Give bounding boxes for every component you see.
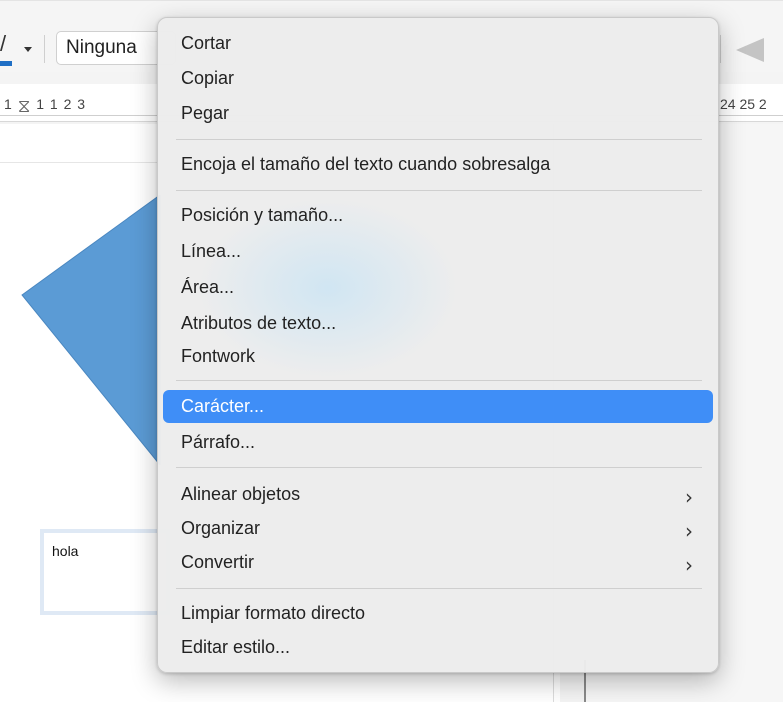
menu-item-label: Posición y tamaño... (181, 205, 344, 225)
text-box-content: hola (52, 543, 79, 559)
menu-item-paragraph[interactable]: Párrafo... (163, 426, 713, 459)
menu-item-label: Párrafo... (181, 432, 256, 452)
menu-separator (176, 588, 702, 589)
font-color-indicator (0, 61, 12, 66)
context-menu: Cortar Copiar Pegar Encoja el tamaño del… (157, 17, 719, 673)
line-arrow-button[interactable] (732, 35, 768, 65)
menu-item-align-objects[interactable]: Alinear objetos › (163, 478, 713, 511)
menu-item-label: Cortar (181, 33, 232, 53)
screen: / Ninguna 1 ⧖ 1 1 2 3 24 25 2 hola Corta… (0, 0, 783, 702)
menu-item-label: Pegar (181, 103, 230, 123)
menu-item-label: Alinear objetos (181, 484, 301, 504)
menu-item-label: Editar estilo... (181, 637, 291, 657)
menu-item-label: Convertir (181, 552, 255, 572)
toolbar-divider (44, 35, 45, 63)
menu-item-fontwork[interactable]: Fontwork (163, 340, 713, 373)
menu-item-label: Encoja el tamaño del texto cuando sobres… (181, 154, 551, 174)
font-color-button[interactable]: / (0, 33, 14, 67)
menu-item-label: Atributos de texto... (181, 313, 337, 333)
menu-item-line[interactable]: Línea... (163, 235, 713, 268)
menu-item-text-attributes[interactable]: Atributos de texto... (163, 307, 713, 340)
ruler-tick: 3 (77, 96, 87, 112)
text-box[interactable]: hola (40, 529, 170, 615)
ruler-right-ticks: 24 25 2 (720, 96, 767, 112)
toolbar-divider (720, 35, 721, 63)
menu-item-convert[interactable]: Convertir › (163, 546, 713, 579)
menu-item-label: Línea... (181, 241, 242, 261)
menu-item-position-size[interactable]: Posición y tamaño... (163, 199, 713, 232)
chevron-right-icon: › (685, 485, 693, 509)
menu-item-edit-style[interactable]: Editar estilo... (163, 631, 713, 664)
menu-item-shrink-text[interactable]: Encoja el tamaño del texto cuando sobres… (163, 148, 713, 181)
menu-item-label: Copiar (181, 68, 235, 88)
font-color-icon: / (0, 31, 7, 56)
chevron-down-icon[interactable] (24, 47, 32, 52)
ruler-tick: 1 (36, 96, 46, 112)
menu-item-label: Carácter... (181, 396, 265, 416)
menu-separator (176, 190, 702, 191)
ruler-tick: 1 (4, 96, 13, 112)
menu-item-label: Organizar (181, 518, 261, 538)
menu-item-pegar[interactable]: Pegar (163, 97, 713, 130)
ruler-tick: 1 (49, 96, 59, 112)
ruler-tick: 2 (63, 96, 73, 112)
menu-item-label: Área... (181, 277, 235, 297)
menu-item-label: Limpiar formato directo (181, 603, 366, 623)
line-arrow-icon (736, 38, 764, 62)
chevron-right-icon: › (685, 553, 693, 577)
menu-separator (176, 467, 702, 468)
menu-separator (176, 380, 702, 381)
menu-item-label: Fontwork (181, 346, 256, 366)
menu-item-clear-direct-formatting[interactable]: Limpiar formato directo (163, 597, 713, 630)
paragraph-style-value: Ninguna (66, 37, 137, 58)
ruler-left-ticks: 1 ⧖ 1 1 2 3 (4, 96, 86, 117)
menu-item-area[interactable]: Área... (163, 271, 713, 304)
menu-item-cortar[interactable]: Cortar (163, 27, 713, 60)
indent-marker-icon[interactable]: ⧖ (18, 96, 32, 117)
menu-item-arrange[interactable]: Organizar › (163, 512, 713, 545)
chevron-right-icon: › (685, 519, 693, 543)
menu-separator (176, 139, 702, 140)
menu-item-copiar[interactable]: Copiar (163, 62, 713, 95)
menu-item-character[interactable]: Carácter... (163, 390, 713, 423)
